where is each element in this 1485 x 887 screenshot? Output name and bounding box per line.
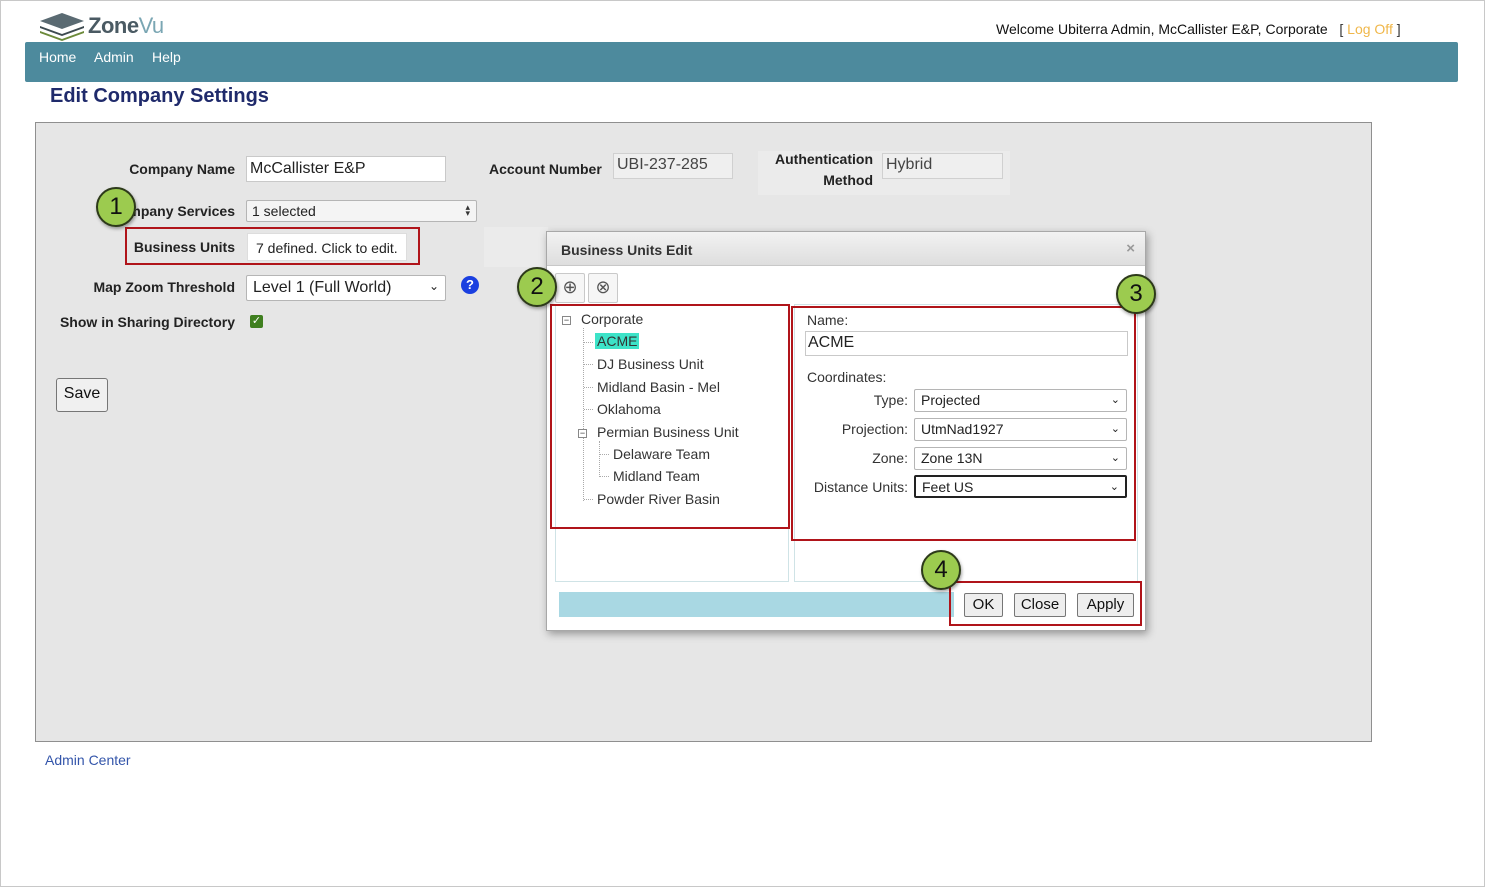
welcome-bar: Welcome Ubiterra Admin, McCallister E&P,… xyxy=(996,21,1401,37)
account-number-label: Account Number xyxy=(489,161,602,177)
remove-unit-button[interactable]: ⊗ xyxy=(588,273,618,303)
company-services-select[interactable]: 1 selected ▴ ▾ xyxy=(246,200,477,222)
auth-method-field: Hybrid xyxy=(882,153,1003,179)
dialog-title: Business Units Edit xyxy=(561,242,693,258)
callout-3: 3 xyxy=(1116,274,1156,314)
bracket-open: [ xyxy=(1339,21,1344,37)
dialog-close-icon[interactable]: × xyxy=(1126,240,1135,257)
map-zoom-label: Map Zoom Threshold xyxy=(93,279,235,295)
logo-text: ZoneVu xyxy=(88,13,164,38)
help-icon[interactable]: ? xyxy=(461,276,479,294)
add-circle-icon: ⊕ xyxy=(562,277,578,297)
callout-4: 4 xyxy=(921,550,961,590)
auth-method-label-1: Authentication xyxy=(775,151,873,167)
chevron-down-icon: ⌄ xyxy=(428,279,439,293)
company-name-input[interactable]: McCallister E&P xyxy=(246,156,446,182)
remove-circle-icon: ⊗ xyxy=(595,277,611,297)
highlight-box-buttons xyxy=(949,581,1142,626)
map-zoom-select[interactable]: Level 1 (Full World) ⌄ xyxy=(246,275,446,301)
sharing-directory-checkbox[interactable]: ✓ xyxy=(250,315,263,328)
zonevu-logo[interactable]: ZoneVu xyxy=(38,10,164,42)
company-name-label: Company Name xyxy=(129,161,235,177)
business-units-shade xyxy=(484,227,548,267)
layers-logo-icon xyxy=(40,13,84,41)
progress-bar xyxy=(559,592,954,617)
bracket-close: ] xyxy=(1396,21,1401,37)
sharing-directory-label: Show in Sharing Directory xyxy=(59,314,235,330)
main-navbar: Home Admin Help xyxy=(25,42,1458,82)
callout-2: 2 xyxy=(517,267,557,307)
admin-center-link[interactable]: Admin Center xyxy=(45,752,131,768)
company-services-value: 1 selected xyxy=(252,203,316,219)
save-button[interactable]: Save xyxy=(56,378,108,412)
page-title: Edit Company Settings xyxy=(50,85,269,107)
updown-arrow-icon-bottom: ▾ xyxy=(465,208,470,218)
map-zoom-value: Level 1 (Full World) xyxy=(253,279,392,296)
dialog-titlebar[interactable]: Business Units Edit × xyxy=(547,232,1145,266)
highlight-box-business-units xyxy=(125,227,420,265)
callout-1: 1 xyxy=(96,187,136,227)
welcome-text: Welcome Ubiterra Admin, McCallister E&P,… xyxy=(996,21,1328,37)
auth-method-label-2: Method xyxy=(823,172,873,188)
highlight-box-tree xyxy=(550,304,790,529)
account-number-field: UBI-237-285 xyxy=(613,153,733,179)
nav-help[interactable]: Help xyxy=(152,49,181,65)
add-unit-button[interactable]: ⊕ xyxy=(555,273,585,303)
highlight-box-details xyxy=(791,306,1136,541)
logoff-link[interactable]: Log Off xyxy=(1347,21,1393,37)
nav-home[interactable]: Home xyxy=(39,49,76,65)
nav-admin[interactable]: Admin xyxy=(94,49,134,65)
